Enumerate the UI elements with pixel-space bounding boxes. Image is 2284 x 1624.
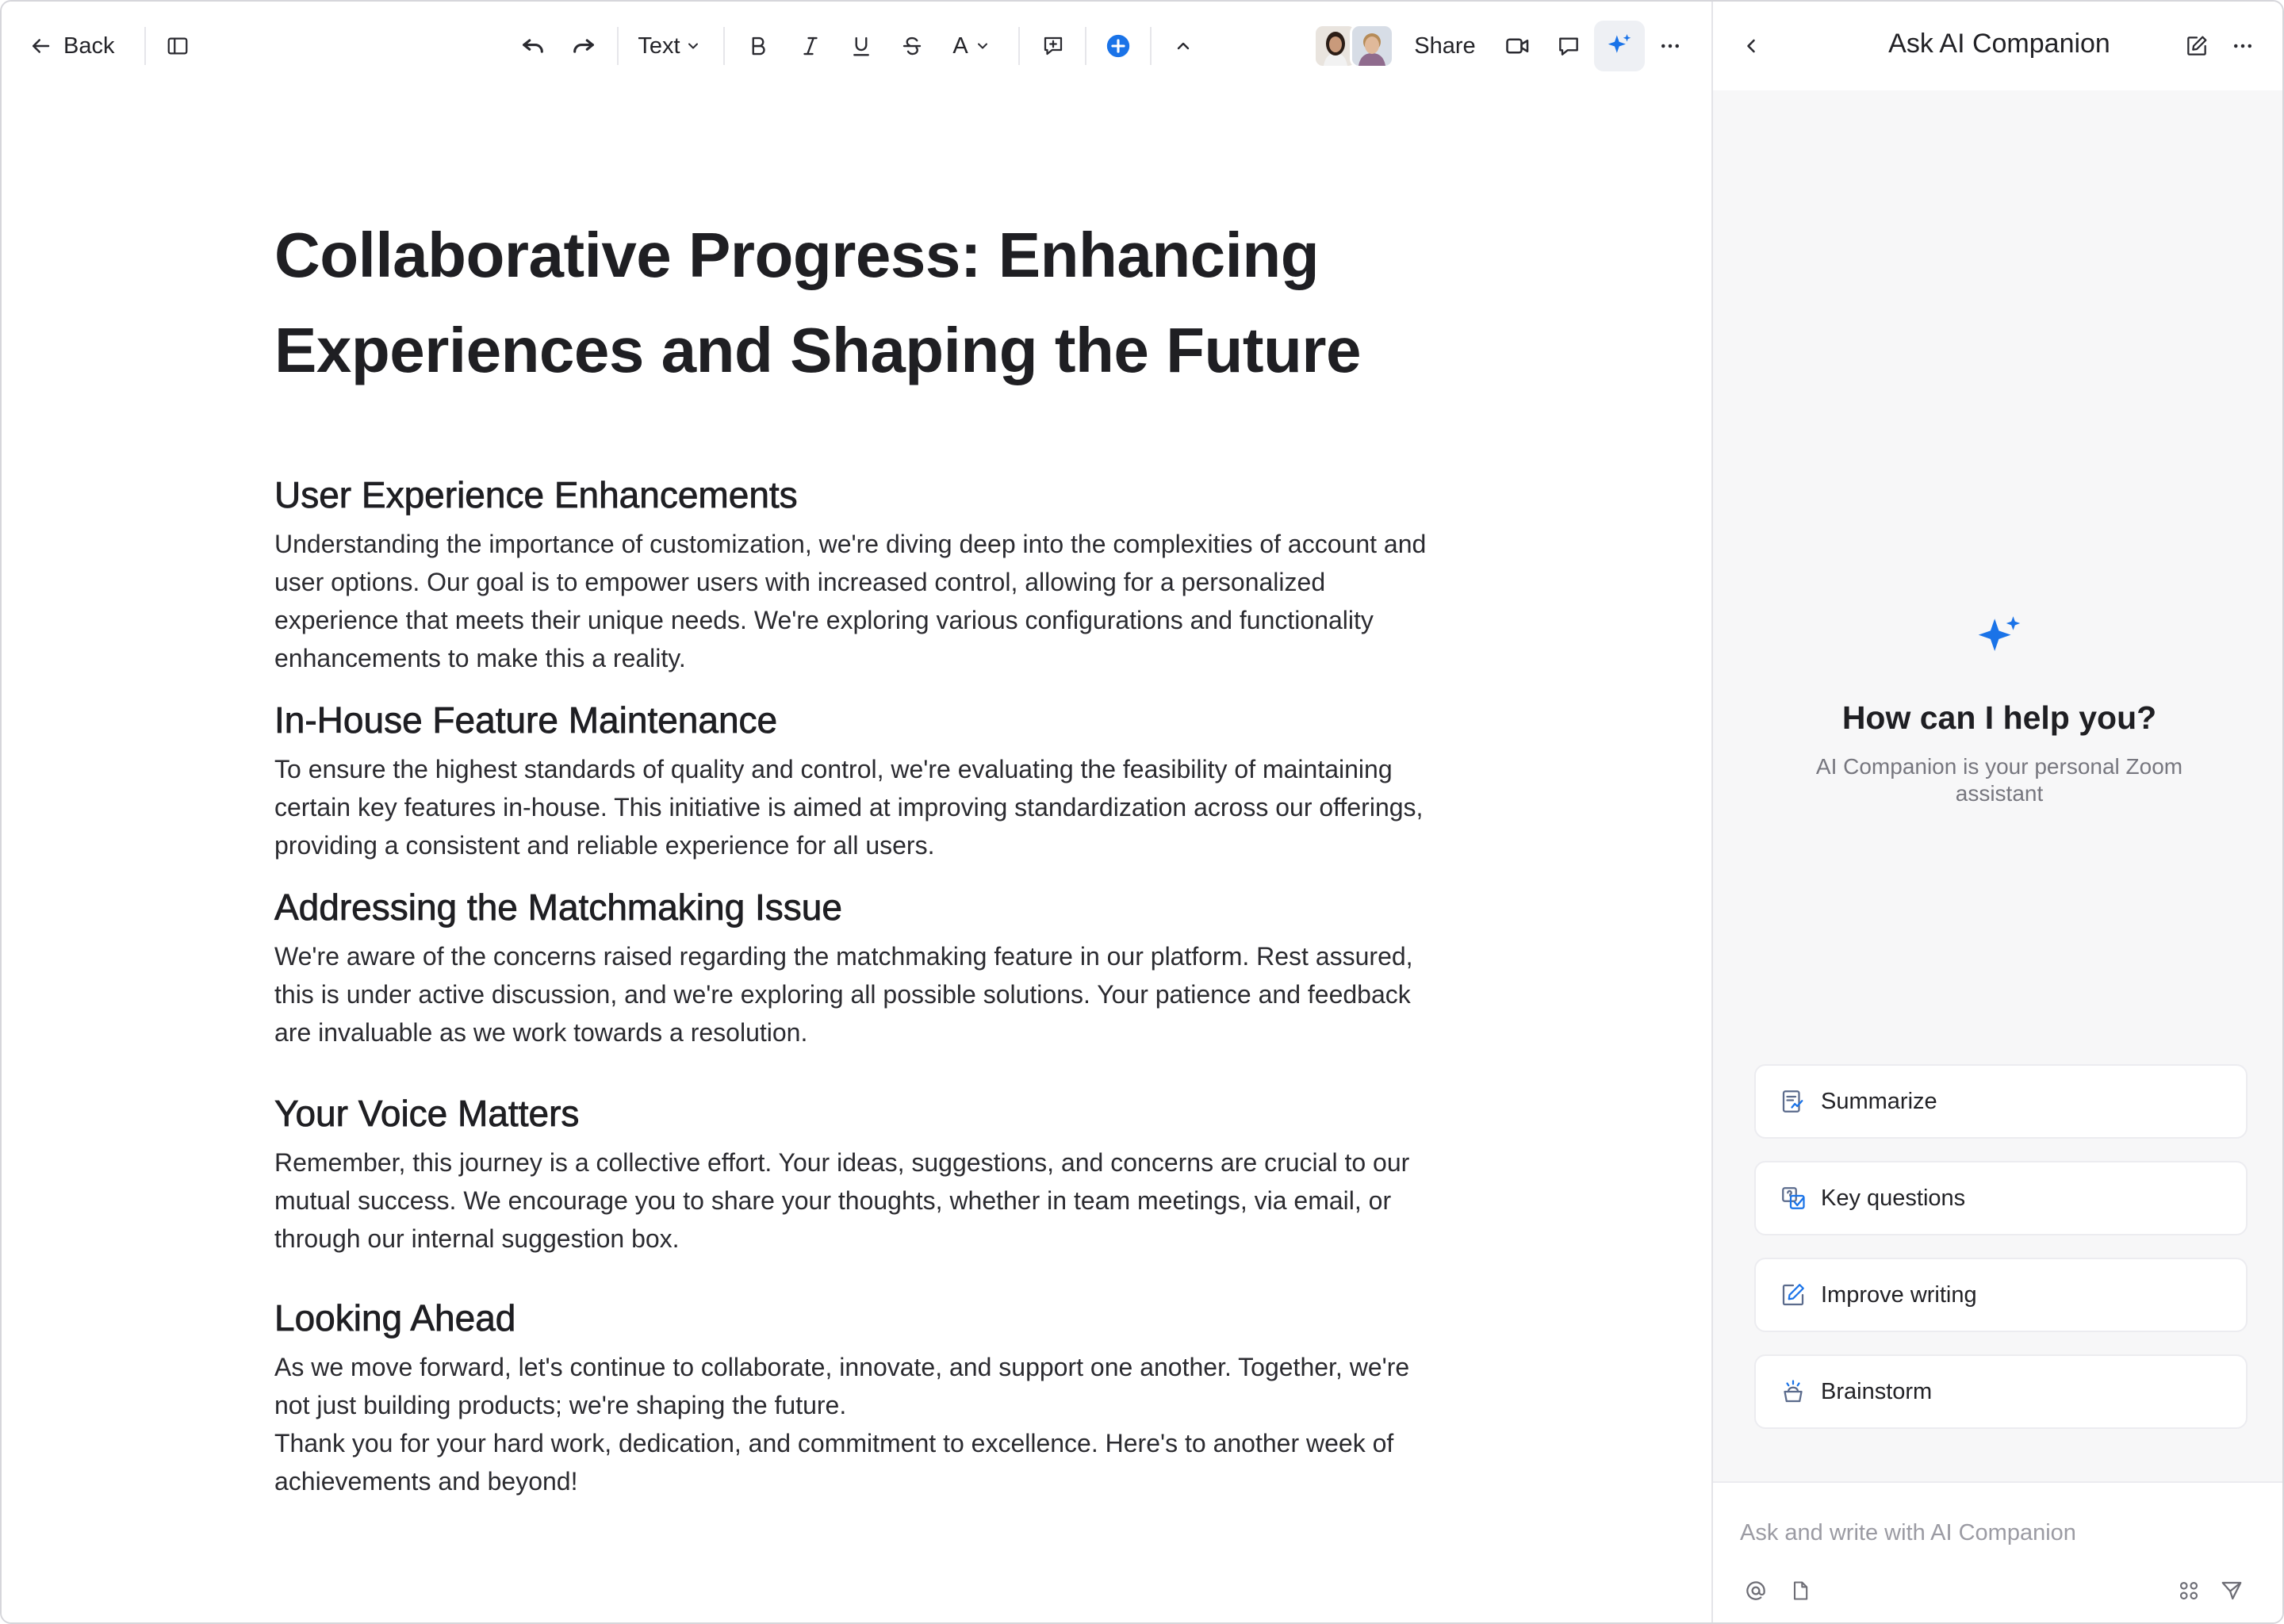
comments-button[interactable] (1550, 24, 1588, 68)
ai-sparkle-icon (1604, 31, 1634, 61)
insert-button[interactable] (1099, 24, 1137, 68)
document-editor: Back Text A Share Collaborative Progress… (2, 2, 1711, 1622)
strikethrough-icon (900, 34, 924, 58)
underline-button[interactable] (842, 24, 880, 68)
key-questions-icon (1778, 1183, 1808, 1213)
redo-icon (570, 33, 597, 59)
attach-file-button[interactable] (1784, 1576, 1816, 1608)
chevron-down-icon (975, 38, 991, 54)
chevron-down-icon (685, 38, 701, 54)
section-heading: Your Voice Matters (274, 1093, 580, 1135)
compose-icon (2184, 33, 2209, 59)
toolbar-divider (723, 27, 725, 65)
section-paragraph: To ensure the highest standards of quali… (274, 755, 1424, 860)
bold-button[interactable] (739, 24, 777, 68)
toolbar-divider (1018, 27, 1020, 65)
summarize-button[interactable]: Summarize (1754, 1064, 2248, 1139)
editor-toolbar: Back Text A Share (2, 2, 1711, 90)
share-label: Share (1414, 33, 1476, 59)
section-paragraph: Thank you for your hard work, dedication… (274, 1429, 1394, 1496)
more-horizontal-icon (1658, 34, 1682, 58)
video-camera-icon (1504, 32, 1532, 60)
italic-button[interactable] (791, 24, 830, 68)
redo-button[interactable] (565, 24, 603, 68)
document-content[interactable]: Collaborative Progress: Enhancing Experi… (274, 208, 1448, 1500)
section-paragraph: We're aware of the concerns raised regar… (274, 942, 1413, 1047)
start-video-button[interactable] (1499, 24, 1537, 68)
brainstorm-button[interactable]: Brainstorm (1754, 1354, 2248, 1429)
italic-icon (799, 34, 822, 58)
plus-circle-icon (1105, 33, 1132, 59)
collaborator-avatar[interactable] (1350, 24, 1394, 68)
summarize-label: Summarize (1821, 1088, 1937, 1114)
send-icon (2220, 1579, 2244, 1607)
welcome-subtitle: AI Companion is your personal Zoom assis… (1815, 754, 2183, 806)
welcome-title: How can I help you? (1841, 699, 2157, 736)
share-button[interactable]: Share (1413, 24, 1477, 68)
ai-companion-panel: Ask AI Companion How can I help you? AI … (1711, 2, 2282, 1622)
section-heading: Looking Ahead (274, 1297, 516, 1339)
text-style-dropdown[interactable]: Text (633, 24, 706, 68)
improve-writing-icon (1778, 1280, 1808, 1310)
sidebar-toggle-icon (166, 34, 190, 58)
bold-icon (746, 34, 770, 58)
undo-icon (519, 33, 546, 59)
toolbar-divider (1150, 27, 1152, 65)
summarize-icon (1778, 1086, 1808, 1116)
strikethrough-button[interactable] (893, 24, 931, 68)
section-paragraph: Understanding the importance of customiz… (274, 530, 1427, 672)
document-title: Collaborative Progress: Enhancing Experi… (274, 220, 1361, 385)
mention-button[interactable] (1740, 1576, 1772, 1608)
ai-sparkle-icon (1972, 611, 2027, 666)
comment-add-icon (1041, 34, 1065, 58)
text-style-label: Text (638, 33, 680, 59)
panel-more-button[interactable] (2227, 24, 2259, 68)
brainstorm-icon (1778, 1377, 1808, 1407)
app-window: Back Text A Share Collaborative Progress… (0, 0, 2284, 1624)
ai-composer (1713, 1481, 2282, 1622)
file-icon (1789, 1580, 1811, 1606)
toolbar-divider (144, 27, 146, 65)
section-heading: User Experience Enhancements (274, 474, 798, 516)
brainstorm-label: Brainstorm (1821, 1378, 1933, 1404)
chat-bubble-icon (1556, 33, 1581, 59)
apps-button[interactable] (2173, 1576, 2205, 1608)
add-comment-button[interactable] (1034, 24, 1072, 68)
back-button[interactable]: Back (29, 24, 132, 68)
section-heading: Addressing the Matchmaking Issue (274, 887, 843, 929)
back-label: Back (63, 33, 115, 59)
improve-writing-button[interactable]: Improve writing (1754, 1258, 2248, 1332)
font-color-dropdown[interactable]: A (942, 24, 1001, 68)
ai-prompt-input[interactable] (1740, 1513, 2248, 1553)
section-paragraph: As we move forward, let's continue to co… (274, 1353, 1410, 1419)
new-chat-button[interactable] (2181, 24, 2213, 68)
toolbar-divider (1085, 27, 1086, 65)
section-paragraph: Remember, this journey is a collective e… (274, 1148, 1410, 1253)
underline-icon (849, 34, 873, 58)
more-horizontal-icon (2231, 34, 2255, 58)
undo-button[interactable] (514, 24, 552, 68)
ai-companion-button[interactable] (1594, 21, 1645, 71)
chevron-up-icon (1174, 36, 1193, 56)
key-questions-label: Key questions (1821, 1185, 1966, 1211)
toolbar-divider (617, 27, 619, 65)
at-mention-icon (1744, 1579, 1768, 1607)
key-questions-button[interactable]: Key questions (1754, 1161, 2248, 1235)
arrow-left-icon (29, 34, 52, 58)
collapse-toolbar-button[interactable] (1164, 24, 1202, 68)
send-button[interactable] (2216, 1576, 2248, 1608)
apps-icon (2177, 1579, 2201, 1607)
improve-writing-label: Improve writing (1821, 1281, 1977, 1308)
font-color-label: A (952, 33, 968, 59)
panel-header: Ask AI Companion (1713, 2, 2282, 90)
sidebar-toggle-button[interactable] (159, 24, 197, 68)
more-options-button[interactable] (1651, 24, 1689, 68)
section-heading: In-House Feature Maintenance (274, 699, 778, 741)
